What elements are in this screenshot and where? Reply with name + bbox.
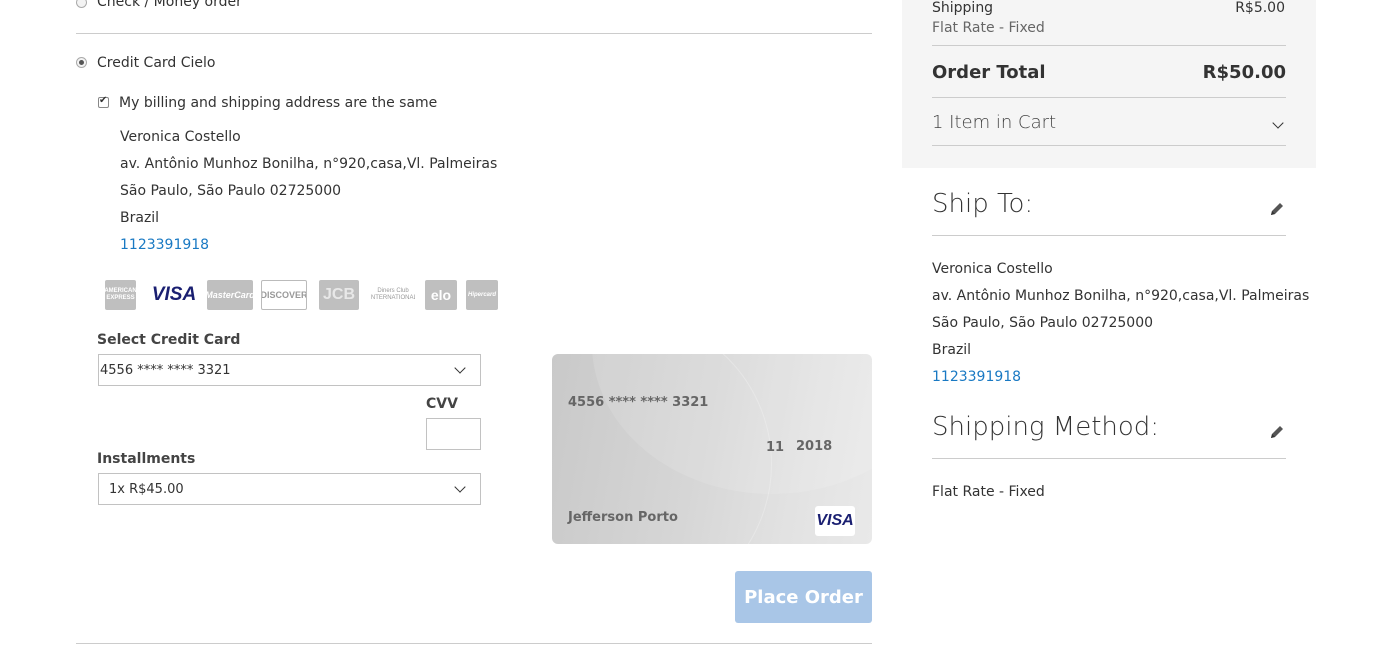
billing-name: Veronica Costello (120, 129, 241, 145)
select-card-value: 4556 **** **** 3321 (100, 362, 231, 378)
billing-country: Brazil (120, 210, 160, 226)
items-in-cart-toggle[interactable]: 1 Item in Cart (932, 112, 1056, 133)
same-address-label[interactable]: My billing and shipping address are the … (119, 95, 437, 111)
cvv-input[interactable] (426, 418, 481, 450)
diners-logo: Diners Club INTERNATIONAL (371, 280, 415, 310)
same-address-checkbox[interactable] (98, 95, 109, 108)
shipping-method-sub: Flat Rate - Fixed (932, 20, 1045, 36)
divider (932, 45, 1286, 46)
ship-to-title: Ship To: (932, 189, 1034, 219)
check-money-label[interactable]: Check / Money order (97, 0, 242, 10)
select-card-dropdown[interactable]: 4556 **** **** 3321 (98, 354, 481, 386)
discover-logo: DISCOVER (261, 280, 307, 310)
divider (932, 235, 1286, 236)
ship-to-name: Veronica Costello (932, 261, 1053, 277)
billing-phone-link[interactable]: 1123391918 (120, 237, 209, 253)
shipping-method-title: Shipping Method: (932, 412, 1160, 442)
shipping-method-value: Flat Rate - Fixed (932, 484, 1045, 500)
visa-logo: VISA (152, 280, 196, 310)
hipercard-logo: Hipercard (466, 280, 498, 310)
divider (932, 458, 1286, 459)
amex-logo: AMERICAN EXPRESS (105, 280, 136, 310)
card-holder: Jefferson Porto (568, 510, 678, 525)
ship-to-street: av. Antônio Munhoz Bonilha, n°920,casa,V… (932, 288, 1310, 304)
billing-street: av. Antônio Munhoz Bonilha, n°920,casa,V… (120, 156, 498, 172)
divider (76, 643, 872, 644)
order-total-value: R$50.00 (1202, 62, 1286, 83)
divider (932, 97, 1286, 98)
mastercard-logo: MasterCard (207, 280, 253, 310)
pencil-edit-icon[interactable] (1269, 424, 1285, 440)
select-card-label: Select Credit Card (97, 332, 241, 348)
ship-to-country: Brazil (932, 342, 972, 358)
credit-card-preview: 4556 **** **** 3321 11 2018 Jefferson Po… (552, 354, 872, 544)
billing-city: São Paulo, São Paulo 02725000 (120, 183, 342, 199)
installments-value: 1x R$45.00 (109, 481, 184, 497)
place-order-button[interactable]: Place Order (735, 571, 872, 623)
jcb-logo: JCB (319, 280, 359, 310)
order-total-label: Order Total (932, 62, 1046, 83)
installments-label: Installments (97, 451, 196, 467)
divider (932, 145, 1286, 146)
check-money-radio[interactable] (76, 0, 87, 8)
installments-dropdown[interactable]: 1x R$45.00 (98, 473, 481, 505)
chevron-down-icon (454, 362, 466, 374)
chevron-down-icon (454, 481, 466, 493)
shipping-label: Shipping (932, 0, 994, 16)
cvv-label: CVV (426, 396, 458, 412)
card-exp-month: 11 (766, 440, 785, 455)
pencil-edit-icon[interactable] (1269, 201, 1285, 217)
credit-card-cielo-label[interactable]: Credit Card Cielo (97, 55, 216, 71)
ship-to-city: São Paulo, São Paulo 02725000 (932, 315, 1154, 331)
ship-to-phone-link[interactable]: 1123391918 (932, 369, 1021, 385)
card-exp-year: 2018 (796, 439, 833, 454)
card-number: 4556 **** **** 3321 (568, 395, 709, 410)
divider (76, 33, 872, 34)
elo-logo: elo (425, 280, 457, 310)
card-brand-badge: VISA (815, 506, 855, 536)
credit-card-cielo-radio[interactable] (76, 57, 87, 68)
shipping-value: R$5.00 (1235, 0, 1285, 16)
